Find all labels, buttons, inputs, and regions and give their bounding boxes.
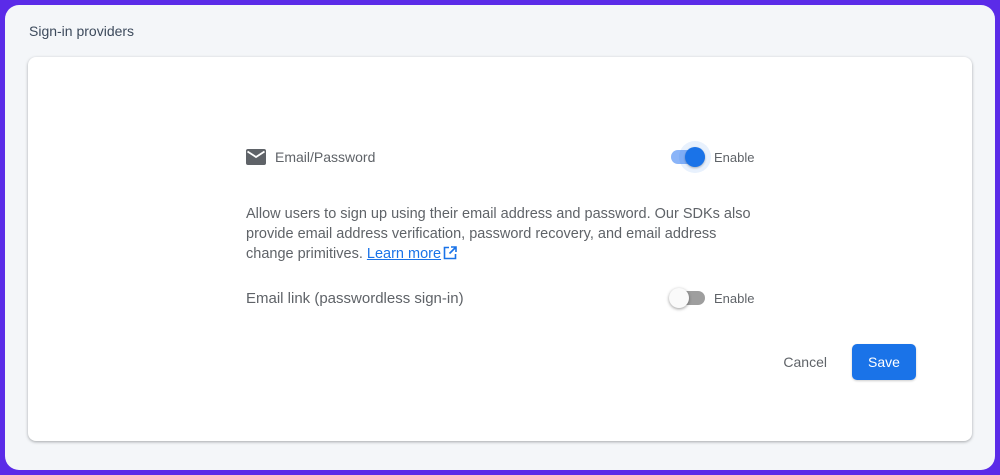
window-frame: Sign-in providers Email/Password Enable …	[5, 5, 995, 470]
mail-icon	[246, 149, 266, 165]
email-link-row: Email link (passwordless sign-in) Enable	[246, 286, 756, 310]
email-password-toggle[interactable]	[669, 145, 705, 169]
save-button[interactable]: Save	[852, 344, 916, 380]
email-password-description: Allow users to sign up using their email…	[246, 204, 766, 264]
external-link-icon[interactable]	[443, 246, 457, 260]
sign-in-provider-card: Email/Password Enable Allow users to sig…	[28, 57, 972, 441]
email-link-label: Email link (passwordless sign-in)	[246, 289, 464, 307]
email-link-toggle-label: Enable	[714, 290, 755, 306]
email-link-toggle-group: Enable	[669, 286, 754, 310]
learn-more-link[interactable]: Learn more	[367, 246, 441, 262]
form-actions: Cancel Save	[771, 344, 916, 380]
description-text: Allow users to sign up using their email…	[246, 206, 751, 262]
email-password-row: Email/Password Enable	[246, 145, 756, 169]
email-link-toggle[interactable]	[669, 286, 705, 310]
cancel-button[interactable]: Cancel	[771, 344, 839, 380]
toggle-thumb	[669, 288, 689, 308]
section-title: Sign-in providers	[29, 23, 135, 39]
learn-more-label: Learn more	[366, 246, 442, 262]
email-password-label: Email/Password	[275, 149, 376, 165]
email-password-toggle-group: Enable	[669, 145, 754, 169]
toggle-thumb	[685, 147, 705, 167]
email-password-toggle-label: Enable	[714, 149, 755, 165]
